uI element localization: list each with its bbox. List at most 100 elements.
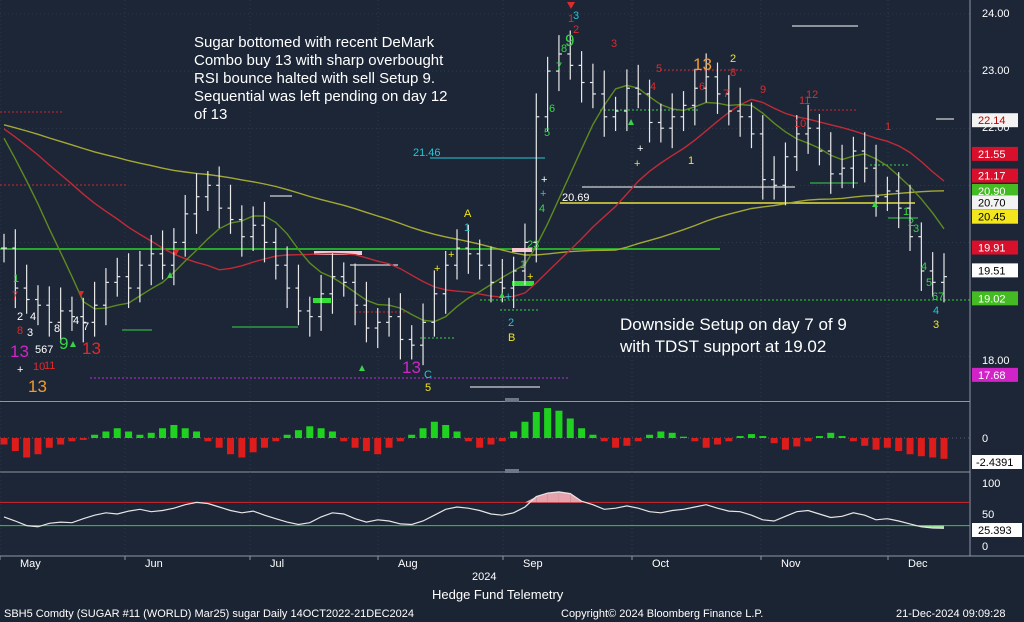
momentum-bar [238,438,246,458]
price-tag-label: 17.68 [978,370,1006,382]
svg-text:13: 13 [82,339,101,358]
rsi-tick-label: 50 [982,509,994,521]
momentum-bar [895,438,903,451]
momentum-bar [45,438,53,448]
momentum-bar [227,438,235,455]
momentum-bar [668,432,676,438]
svg-text:5: 5 [926,277,932,289]
svg-text:13: 13 [28,377,47,396]
svg-text:6: 6 [549,103,555,115]
momentum-last-value: -2.4391 [976,457,1013,469]
momentum-bar [79,438,87,440]
momentum-bar [272,438,280,442]
price-tag-label: 19.91 [978,243,1006,255]
svg-text:+: + [540,188,546,200]
momentum-bar [464,438,472,442]
svg-text:4: 4 [650,81,656,93]
y-tick-label: 24.00 [982,8,1010,20]
momentum-bar [578,428,586,438]
momentum-bar [872,438,880,450]
price-tag-label: 20.45 [978,212,1006,224]
momentum-bar [815,436,823,438]
momentum-bar [906,438,914,455]
momentum-bar [91,434,99,438]
y-tick-label: 23.00 [982,65,1010,77]
annotation-line: Sugar bottomed with recent DeMark [194,34,435,51]
momentum-bar [747,434,755,438]
svg-text:67: 67 [932,291,944,303]
momentum-bar [917,438,925,457]
svg-text:13: 13 [10,342,29,361]
svg-text:4: 4 [30,311,36,323]
momentum-bar [804,438,812,442]
momentum-bar [374,438,382,455]
x-tick-label: May [20,558,41,570]
momentum-bar [340,438,348,442]
momentum-bar [532,412,540,438]
svg-text:2: 2 [508,317,514,329]
panel-handle-1[interactable] [505,398,519,402]
momentum-bar [736,436,744,438]
momentum-bar [555,410,563,438]
annotation-line: Sequential was left pending on day 12 [194,88,448,105]
svg-text:+: + [434,263,440,275]
svg-text:2: 2 [573,24,579,36]
svg-text:4: 4 [73,315,79,327]
momentum-bar [713,438,721,445]
momentum-bar [147,432,155,438]
momentum-bar [725,438,733,442]
footer-timestamp: 21-Dec-2024 09:09:28 [896,608,1005,620]
x-tick-label: Jun [145,558,163,570]
momentum-bar [193,431,201,438]
svg-text:11: 11 [44,360,55,372]
panel-handle-2[interactable] [505,469,519,473]
momentum-bar [849,438,857,442]
momentum-bar [23,438,31,458]
svg-text:B: B [508,332,515,344]
momentum-bar [612,438,620,448]
svg-text:+: + [541,174,547,186]
momentum-bar [125,431,133,438]
annotation-line: RSI bounce halted with sell Setup 9. [194,70,435,87]
momentum-bar [487,438,495,445]
momentum-bar [759,436,767,438]
momentum-bar [57,438,65,445]
momentum-bar [781,438,789,450]
svg-text:4: 4 [921,261,927,273]
svg-text:2: 2 [730,53,736,65]
chart-title: Hedge Fund Telemetry [432,587,564,602]
svg-text:+: + [17,364,23,376]
x-axis-year: 2024 [472,571,496,583]
svg-text:6: 6 [699,81,705,93]
momentum-bar [159,428,167,438]
price-tag-label: 20.70 [978,197,1006,209]
svg-text:+: + [527,271,533,283]
momentum-bar [215,438,223,448]
svg-text:2: 2 [17,311,23,323]
svg-text:8: 8 [17,325,23,337]
rsi-tick-label: 0 [982,541,988,553]
momentum-bar [419,428,427,438]
momentum-bar [861,438,869,446]
svg-text:1: 1 [688,155,694,167]
svg-text:3: 3 [933,319,939,331]
momentum-bar [170,425,178,438]
momentum-bar [657,431,665,438]
momentum-bar [827,432,835,438]
svg-text:7: 7 [12,290,18,302]
annotation-line: Downside Setup on day 7 of 9 [620,315,847,334]
svg-text:13: 13 [402,358,421,377]
momentum-bar [476,438,484,448]
svg-text:C: C [424,369,432,381]
annotation-line: Combo buy 13 with sharp overbought [194,52,444,69]
x-tick-label: Oct [652,558,669,570]
svg-text:+: + [505,291,511,303]
momentum-bar [646,434,654,438]
momentum-bar [498,438,506,442]
level-label-20-69: 20.69 [562,192,590,204]
momentum-bar [702,438,710,448]
momentum-bar [430,421,438,438]
svg-text:+: + [637,143,643,155]
svg-text:1: 1 [464,222,470,234]
momentum-bar [589,434,597,438]
